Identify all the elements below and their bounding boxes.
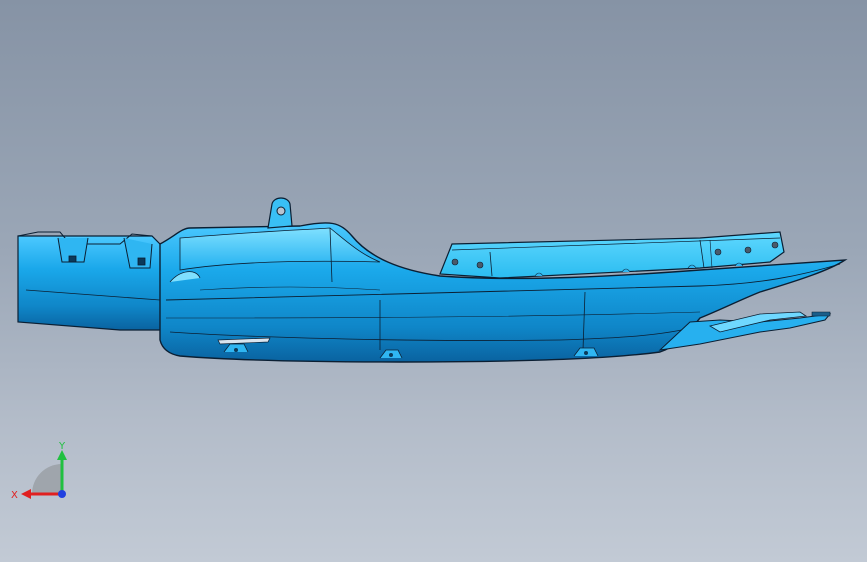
- x-axis-arrow: [21, 489, 31, 499]
- cad-viewport[interactable]: [0, 0, 867, 562]
- axis-triad: Y X: [8, 436, 78, 516]
- x-axis-label: X: [11, 490, 18, 501]
- z-axis-dot: [58, 490, 66, 498]
- y-axis-label: Y: [58, 441, 66, 452]
- top-mount-tab[interactable]: [267, 197, 293, 229]
- triad-plane-indicator: [32, 464, 62, 494]
- motorcycle-rear-fairing-model[interactable]: [0, 0, 867, 562]
- front-mount-block[interactable]: [17, 231, 167, 331]
